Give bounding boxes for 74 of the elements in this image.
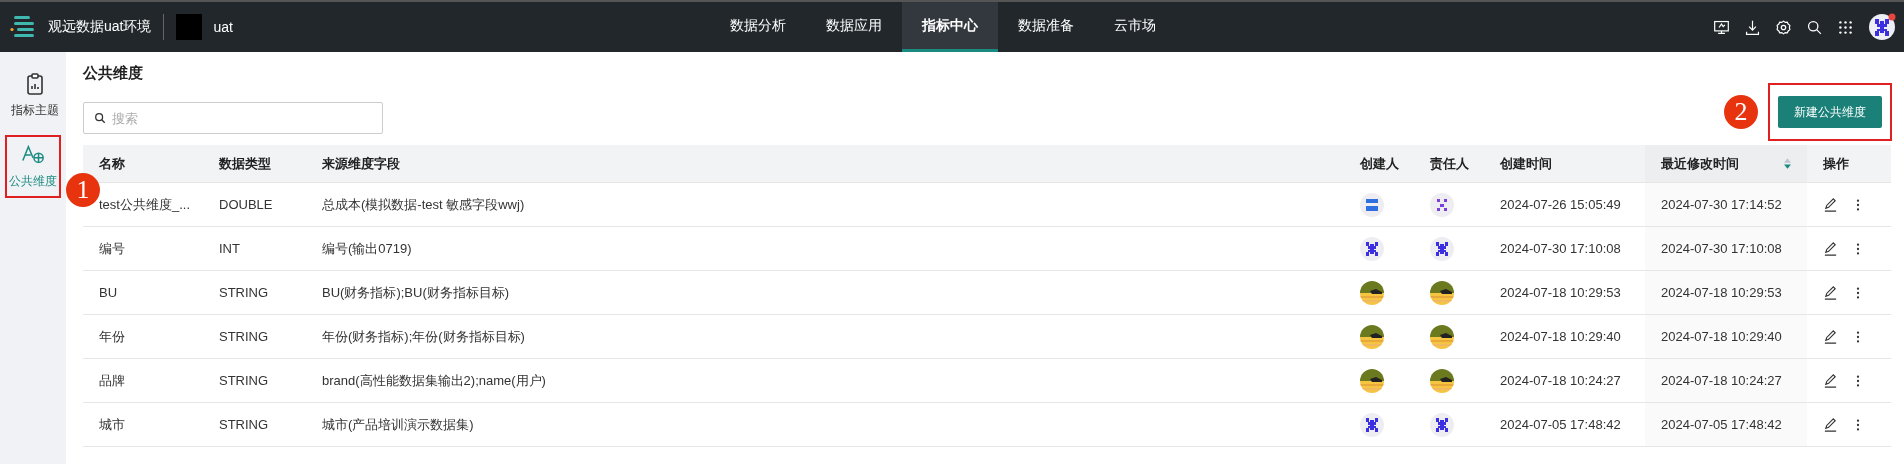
table-cell: 2024-07-30 17:10:08 <box>1645 227 1807 270</box>
table-cell-text: 城市(产品培训演示数据集) <box>321 415 475 434</box>
table-cell-text: STRING <box>218 372 270 390</box>
table-cell-text: 编号(输出0719) <box>321 239 413 258</box>
table-cell-text: 年份 <box>98 327 126 346</box>
table-cell-text: BU(财务指标);BU(财务指标目标) <box>321 283 511 302</box>
annotation-badge: 1 <box>66 173 100 207</box>
table-cell-text: 总成本(模拟数据-test 敏感字段wwj) <box>321 195 526 214</box>
table-cell-text: 品牌 <box>98 371 126 390</box>
table-cell-text: DOUBLE <box>218 196 274 214</box>
column-header: 来源维度字段 <box>321 154 401 173</box>
more-icon[interactable] <box>1856 197 1860 212</box>
column-header: 数据类型 <box>218 154 272 173</box>
table-cell: 2024-07-05 17:48:42 <box>1645 403 1807 446</box>
app-name: 观远数据uat环境 <box>48 18 152 36</box>
edit-icon[interactable] <box>1823 329 1838 344</box>
monitor-icon[interactable] <box>1713 18 1730 36</box>
page-title: 公共维度 <box>83 64 144 83</box>
settings-icon[interactable] <box>1775 18 1792 36</box>
table-cell-text: 2024-07-18 10:29:40 <box>1499 328 1622 346</box>
column-header: 名称 <box>98 154 126 173</box>
more-icon[interactable] <box>1856 417 1860 432</box>
more-icon[interactable] <box>1856 241 1860 256</box>
user-avatar-icon[interactable] <box>1868 13 1896 41</box>
table-cell-text: 2024-07-05 17:48:42 <box>1499 416 1622 434</box>
annotation-badge: 2 <box>1724 95 1758 129</box>
column-header: 操作 <box>1822 154 1850 173</box>
sidebar-item[interactable]: 指标主题 <box>0 66 66 125</box>
table-cell-text: 2024-07-18 10:24:27 <box>1499 372 1622 390</box>
table-cell-text: STRING <box>218 328 270 346</box>
table-cell: 2024-07-18 10:29:40 <box>1645 315 1807 358</box>
nav-tab[interactable]: 指标中心 <box>902 2 998 52</box>
table-cell: 2024-07-18 10:29:53 <box>1645 271 1807 314</box>
more-icon[interactable] <box>1856 373 1860 388</box>
search-icon <box>94 112 106 124</box>
create-button[interactable]: 新建公共维度 <box>1778 96 1882 128</box>
search-icon[interactable] <box>1806 18 1823 36</box>
table-cell: 2024-07-18 10:24:27 <box>1645 359 1807 402</box>
apps-icon[interactable] <box>1837 18 1854 36</box>
nav-tab[interactable]: 数据准备 <box>998 2 1094 52</box>
table-cell-text: 编号 <box>98 239 126 258</box>
table-cell-text: 城市 <box>98 415 126 434</box>
column-header: 创建人 <box>1359 154 1400 173</box>
table-cell: 2024-07-30 17:14:52 <box>1645 183 1807 226</box>
workspace-logo <box>176 14 203 40</box>
edit-icon[interactable] <box>1823 241 1838 256</box>
nav-tab[interactable]: 数据应用 <box>806 2 902 52</box>
table-cell-text: 2024-07-26 15:05:49 <box>1499 196 1622 214</box>
sort-icon[interactable] <box>1784 158 1791 169</box>
table-cell-text: BU <box>98 284 119 302</box>
column-header[interactable]: 最近修改时间 <box>1645 145 1807 182</box>
table-cell-text: INT <box>218 240 241 258</box>
download-icon[interactable] <box>1744 18 1761 36</box>
table-cell-text: 2024-07-18 10:29:53 <box>1499 284 1622 302</box>
workspace-name[interactable]: uat <box>213 19 233 35</box>
edit-icon[interactable] <box>1823 285 1838 300</box>
column-header: 创建时间 <box>1499 154 1553 173</box>
logo-icon <box>10 14 36 40</box>
edit-icon[interactable] <box>1823 417 1838 432</box>
search-field[interactable]: 搜索 <box>83 102 383 134</box>
sidebar-item[interactable]: 公共维度 <box>5 135 61 198</box>
table-cell-text: 年份(财务指标);年份(财务指标目标) <box>321 327 526 346</box>
nav-tab[interactable]: 数据分析 <box>710 2 806 52</box>
table-cell-text: test公共维度_... <box>98 195 192 214</box>
table-cell-text: brand(高性能数据集输出2);name(用户) <box>321 371 547 390</box>
more-icon[interactable] <box>1856 285 1860 300</box>
column-header: 责任人 <box>1429 154 1470 173</box>
edit-icon[interactable] <box>1823 197 1838 212</box>
table-cell-text: STRING <box>218 416 270 434</box>
nav-tab[interactable]: 云市场 <box>1094 2 1176 52</box>
more-icon[interactable] <box>1856 329 1860 344</box>
edit-icon[interactable] <box>1823 373 1838 388</box>
table-cell-text: 2024-07-30 17:10:08 <box>1499 240 1622 258</box>
table-cell-text: STRING <box>218 284 270 302</box>
